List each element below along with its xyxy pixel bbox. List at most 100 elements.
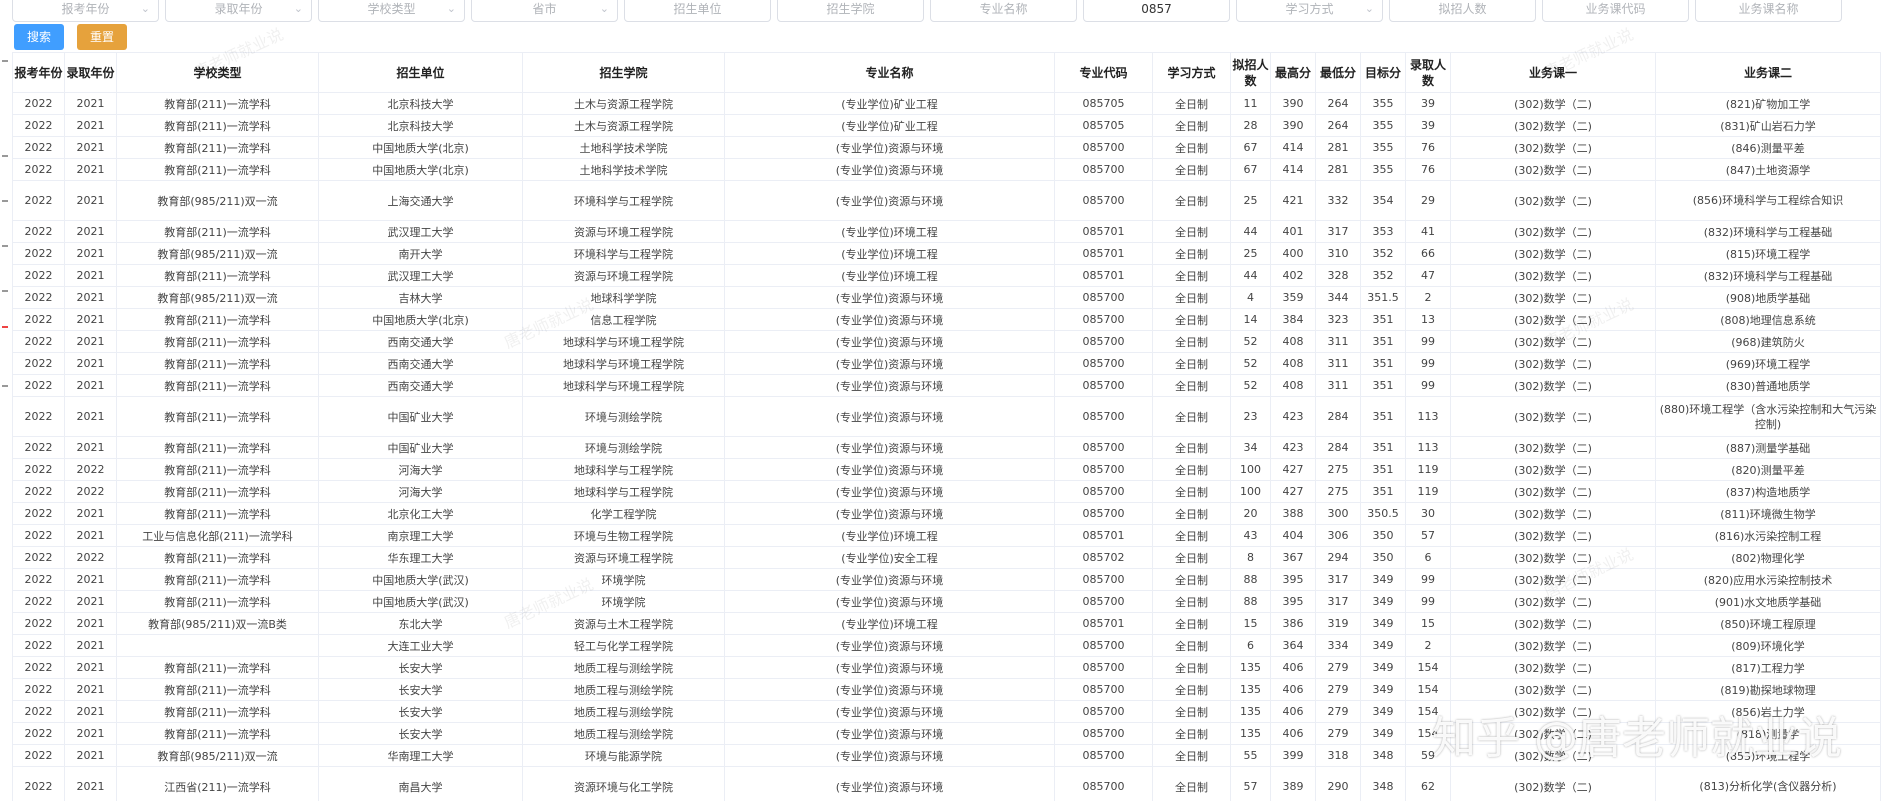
table-row[interactable]: 2022 2021 教育部(211)一流学科 西南交通大学 地球科学与环境工程学院 (专业… bbox=[12, 330, 1881, 353]
table-cell: 352 bbox=[1360, 242, 1406, 265]
column-header[interactable]: 专业代码 bbox=[1054, 52, 1153, 93]
column-header[interactable]: 目标分 bbox=[1360, 52, 1406, 93]
table-row[interactable]: 2022 2021 教育部(211)一流学科 中国矿业大学 环境与测绘学院 (专业学位)资… bbox=[12, 396, 1881, 437]
filter-input-5[interactable]: 招生单位 bbox=[624, 0, 771, 22]
table-cell: 全日制 bbox=[1152, 220, 1231, 243]
table-row[interactable]: 2022 2021 教育部(985/211)双一流 上海交通大学 环境科学与工程学院 (专… bbox=[12, 180, 1881, 221]
column-header[interactable]: 拟招人数 bbox=[1230, 52, 1271, 93]
table-cell: 2022 bbox=[12, 766, 65, 801]
column-header[interactable]: 报考年份 bbox=[12, 52, 65, 93]
chevron-down-icon[interactable]: ⌄ bbox=[1365, 0, 1374, 23]
table-cell: 2021 bbox=[64, 158, 117, 181]
table-row[interactable]: 2022 2021 大连工业大学 轻工与化学工程学院 (专业学位)资源与环境 085700… bbox=[12, 634, 1881, 657]
column-header[interactable]: 学校类型 bbox=[116, 52, 319, 93]
column-header[interactable]: 录取年份 bbox=[64, 52, 117, 93]
table-cell: 310 bbox=[1315, 242, 1361, 265]
table-cell: 388 bbox=[1270, 502, 1316, 525]
table-cell: 地质工程与测绘学院 bbox=[522, 700, 725, 723]
filter-input-3[interactable]: 学校类型 ⌄ bbox=[318, 0, 465, 22]
table-cell: 135 bbox=[1230, 700, 1271, 723]
chevron-down-icon[interactable]: ⌄ bbox=[447, 0, 456, 23]
column-header[interactable]: 招生学院 bbox=[522, 52, 725, 93]
table-cell: 全日制 bbox=[1152, 180, 1231, 221]
filter-input-1[interactable]: 报考年份 ⌄ bbox=[12, 0, 159, 22]
table-cell: 67 bbox=[1230, 136, 1271, 159]
table-row[interactable]: 2022 2021 教育部(211)一流学科 中国地质大学(北京) 土地科学技术学院 (专… bbox=[12, 136, 1881, 159]
table-row[interactable]: 2022 2021 教育部(211)一流学科 西南交通大学 地球科学与环境工程学院 (专业… bbox=[12, 374, 1881, 397]
filter-input-9[interactable]: 学习方式 ⌄ bbox=[1236, 0, 1383, 22]
table-row[interactable]: 2022 2021 教育部(211)一流学科 武汉理工大学 资源与环境工程学院 (专业学位… bbox=[12, 220, 1881, 243]
table-row[interactable]: 2022 2021 教育部(211)一流学科 中国地质大学(北京) 土地科学技术学院 (专… bbox=[12, 158, 1881, 181]
table-cell: 085700 bbox=[1054, 678, 1153, 701]
table-cell: 全日制 bbox=[1152, 722, 1231, 745]
table-cell: 教育部(211)一流学科 bbox=[116, 264, 319, 287]
table-cell: 085700 bbox=[1054, 656, 1153, 679]
filter-input-11[interactable]: 业务课代码 bbox=[1542, 0, 1689, 22]
table-row[interactable]: 2022 2021 教育部(211)一流学科 武汉理工大学 资源与环境工程学院 (专业学位… bbox=[12, 264, 1881, 287]
table-row[interactable]: 2022 2021 教育部(985/211)双一流 吉林大学 地球科学学院 (专业学位)资… bbox=[12, 286, 1881, 309]
table-row[interactable]: 2022 2021 教育部(211)一流学科 中国地质大学(北京) 信息工程学院 (专业学… bbox=[12, 308, 1881, 331]
table-cell: 资源与环境工程学院 bbox=[522, 546, 725, 569]
table-row[interactable]: 2022 2021 江西省(211)一流学科 南昌大学 资源环境与化工学院 (专业学位)资… bbox=[12, 766, 1881, 801]
table-cell: 2021 bbox=[64, 114, 117, 137]
table-row[interactable]: 2022 2021 教育部(985/211)双一流 华南理工大学 环境与能源学院 (专业学… bbox=[12, 744, 1881, 767]
column-header[interactable]: 业务课一 bbox=[1450, 52, 1656, 93]
column-header[interactable]: 业务课二 bbox=[1655, 52, 1881, 93]
filter-input-10[interactable]: 拟招人数 bbox=[1389, 0, 1536, 22]
filter-input-2[interactable]: 录取年份 ⌄ bbox=[165, 0, 312, 22]
table-cell: (818)测量学 bbox=[1655, 722, 1881, 745]
table-cell: 085700 bbox=[1054, 766, 1153, 801]
filter-input-12[interactable]: 业务课名称 bbox=[1695, 0, 1842, 22]
table-cell: 北京科技大学 bbox=[318, 92, 523, 115]
column-header[interactable]: 专业名称 bbox=[724, 52, 1055, 93]
table-row[interactable]: 2022 2021 教育部(211)一流学科 长安大学 地质工程与测绘学院 (专业学位)资… bbox=[12, 700, 1881, 723]
table-row[interactable]: 2022 2021 教育部(211)一流学科 北京科技大学 土木与资源工程学院 (专业学位… bbox=[12, 114, 1881, 137]
filter-input-4[interactable]: 省市 ⌄ bbox=[471, 0, 618, 22]
table-cell: (850)环境工程原理 bbox=[1655, 612, 1881, 635]
table-cell: 88 bbox=[1230, 568, 1271, 591]
filter-input-7[interactable]: 专业名称 bbox=[930, 0, 1077, 22]
table-cell: 275 bbox=[1315, 480, 1361, 503]
table-row[interactable]: 2022 2022 教育部(211)一流学科 华东理工大学 资源与环境工程学院 (专业学位… bbox=[12, 546, 1881, 569]
filter-input-6[interactable]: 招生学院 bbox=[777, 0, 924, 22]
table-cell: (302)数学（二) bbox=[1450, 524, 1656, 547]
table-cell: 113 bbox=[1405, 396, 1451, 437]
table-cell: 土木与资源工程学院 bbox=[522, 114, 725, 137]
table-row[interactable]: 2022 2022 教育部(211)一流学科 河海大学 地球科学与工程学院 (专业学位)资… bbox=[12, 480, 1881, 503]
table-cell: 武汉理工大学 bbox=[318, 264, 523, 287]
table-cell: 中国地质大学(武汉) bbox=[318, 590, 523, 613]
table-row[interactable]: 2022 2022 教育部(211)一流学科 河海大学 地球科学与工程学院 (专业学位)资… bbox=[12, 458, 1881, 481]
table-row[interactable]: 2022 2021 教育部(211)一流学科 长安大学 地质工程与测绘学院 (专业学位)资… bbox=[12, 722, 1881, 745]
table-cell: (302)数学（二) bbox=[1450, 480, 1656, 503]
column-header[interactable]: 录取人数 bbox=[1405, 52, 1451, 93]
table-cell: (302)数学（二) bbox=[1450, 220, 1656, 243]
table-row[interactable]: 2022 2021 教育部(985/211)双一流B类 东北大学 资源与土木工程学院 (专… bbox=[12, 612, 1881, 635]
filter-input-8[interactable]: 0857 bbox=[1083, 0, 1230, 22]
column-header[interactable]: 最高分 bbox=[1270, 52, 1316, 93]
table-row[interactable]: 2022 2021 教育部(211)一流学科 中国地质大学(武汉) 环境学院 (专业学位)… bbox=[12, 568, 1881, 591]
table-row[interactable]: 2022 2021 工业与信息化部(211)一流学科 南京理工大学 环境与生物工程学院(… bbox=[12, 524, 1881, 547]
table-row[interactable]: 2022 2021 教育部(211)一流学科 西南交通大学 地球科学与环境工程学院 (专业… bbox=[12, 352, 1881, 375]
table-row[interactable]: 2022 2021 教育部(211)一流学科 北京化工大学 化学工程学院 (专业学位)资源… bbox=[12, 502, 1881, 525]
column-header[interactable]: 最低分 bbox=[1315, 52, 1361, 93]
reset-button[interactable]: 重置 bbox=[77, 24, 127, 50]
chevron-down-icon[interactable]: ⌄ bbox=[600, 0, 609, 23]
table-row[interactable]: 2022 2021 教育部(211)一流学科 长安大学 地质工程与测绘学院 (专业学位)资… bbox=[12, 678, 1881, 701]
table-cell: 423 bbox=[1270, 436, 1316, 459]
table-cell: 41 bbox=[1405, 220, 1451, 243]
table-row[interactable]: 2022 2021 教育部(211)一流学科 中国矿业大学 环境与测绘学院 (专业学位)资… bbox=[12, 436, 1881, 459]
table-cell: 364 bbox=[1270, 634, 1316, 657]
table-cell: (专业学位)矿业工程 bbox=[724, 114, 1055, 137]
table-cell: 59 bbox=[1405, 744, 1451, 767]
table-cell: 环境与测绘学院 bbox=[522, 436, 725, 459]
chevron-down-icon[interactable]: ⌄ bbox=[141, 0, 150, 23]
table-cell: 教育部(985/211)双一流 bbox=[116, 286, 319, 309]
table-row[interactable]: 2022 2021 教育部(211)一流学科 中国地质大学(武汉) 环境学院 (专业学位)… bbox=[12, 590, 1881, 613]
column-header[interactable]: 招生单位 bbox=[318, 52, 523, 93]
table-row[interactable]: 2022 2021 教育部(211)一流学科 长安大学 地质工程与测绘学院 (专业学位)资… bbox=[12, 656, 1881, 679]
table-row[interactable]: 2022 2021 教育部(985/211)双一流 南开大学 环境科学与工程学院 (专业学… bbox=[12, 242, 1881, 265]
column-header[interactable]: 学习方式 bbox=[1152, 52, 1231, 93]
chevron-down-icon[interactable]: ⌄ bbox=[294, 0, 303, 23]
table-row[interactable]: 2022 2021 教育部(211)一流学科 北京科技大学 土木与资源工程学院 (专业学位… bbox=[12, 92, 1881, 115]
search-button[interactable]: 搜索 bbox=[14, 24, 64, 50]
